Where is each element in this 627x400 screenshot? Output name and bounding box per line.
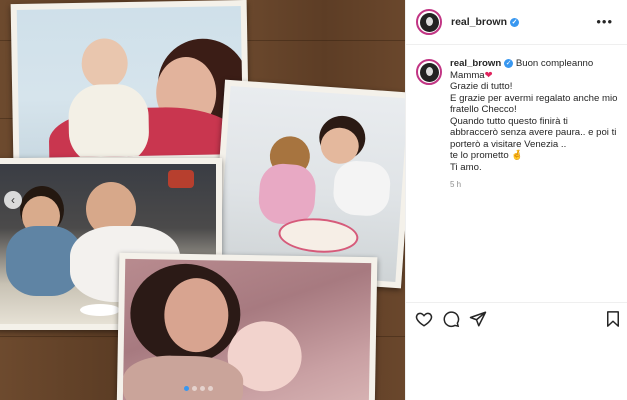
caption-line: te lo prometto [450, 150, 509, 161]
caption-line: Ti amo. [450, 161, 482, 173]
caption-line: E grazie per avermi regalato anche mio [450, 92, 618, 104]
more-icon[interactable]: ••• [596, 14, 613, 29]
carousel-indicator [184, 386, 213, 391]
child-shirt-shape [331, 159, 392, 218]
caption-line: Grazie di tutto! [450, 81, 513, 92]
caption-line: Buon compleanno [515, 58, 594, 69]
verified-badge-icon: ✓ [504, 59, 514, 68]
plate-shape [80, 304, 120, 316]
caption-line: Quando tutto questo finirà ti [450, 115, 568, 127]
caption-line: Mamma [450, 69, 485, 81]
comment-icon[interactable] [442, 310, 460, 328]
chevron-left-icon: ‹ [11, 193, 15, 207]
share-icon[interactable] [469, 310, 487, 328]
caption-line: porterò a visitare Venezia .. [450, 138, 567, 150]
bookmark-icon[interactable] [604, 310, 622, 328]
cake-shape [277, 215, 360, 256]
carousel-dot [192, 386, 197, 391]
heart-icon[interactable] [415, 310, 433, 328]
arm-shape [122, 354, 244, 400]
carousel-dot [200, 386, 205, 391]
baby-face-shape [81, 38, 129, 89]
carousel-prev-button[interactable]: ‹ [4, 191, 22, 209]
photo-print-newborn [116, 252, 378, 400]
action-bar [406, 302, 627, 336]
post-sidebar: real_brown ✓ ••• real_brown ✓ Buon complea… [405, 0, 627, 400]
username-link[interactable]: real_brown ✓ [451, 16, 520, 28]
post-photo[interactable]: ‹ [0, 0, 405, 400]
crossed-fingers-emoji-icon: 🤞 [511, 150, 524, 161]
carousel-dot [184, 386, 189, 391]
caption-username-link[interactable]: real_brown [450, 58, 501, 69]
post-caption: real_brown ✓ Buon compleanno Mamma❤ Grazi… [406, 45, 627, 191]
shelf-object-shape [168, 170, 194, 188]
red-heart-emoji-icon: ❤ [484, 69, 493, 81]
verified-badge-icon: ✓ [510, 18, 520, 27]
avatar[interactable] [416, 59, 442, 85]
carousel-dot [208, 386, 213, 391]
avatar[interactable] [416, 9, 442, 35]
caption-line: fratello Checco! [450, 104, 517, 115]
post-header: real_brown ✓ ••• [406, 0, 627, 45]
baby-body-shape [68, 83, 150, 158]
child-dress-shape [257, 162, 318, 227]
post-timestamp[interactable]: 5 h [450, 179, 617, 191]
photo-print-mother-baby [10, 0, 250, 165]
caption-line: abbraccerò senza avere paura.. e poi ti [450, 127, 617, 138]
